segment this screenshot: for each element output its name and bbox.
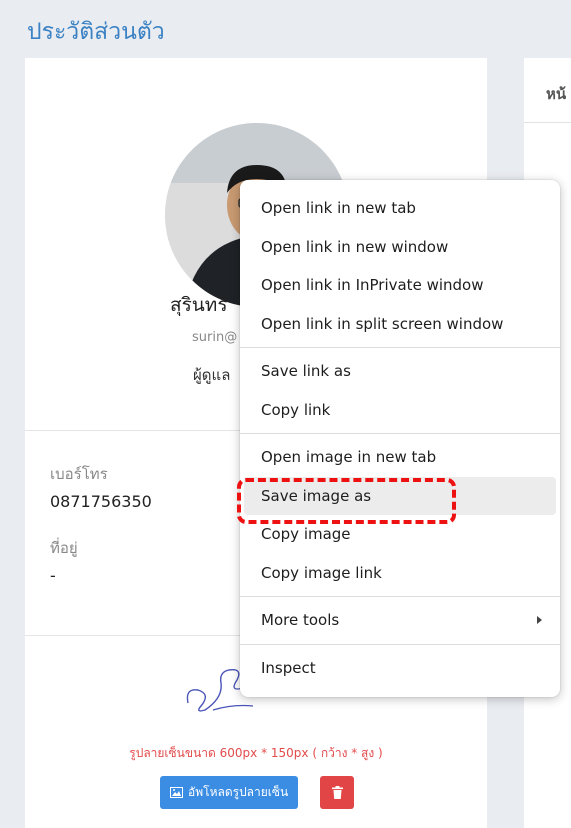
signature-size-note: รูปลายเซ็นขนาด 600px * 150px ( กว้าง * ส… <box>129 746 383 760</box>
menu-copy-image-link[interactable]: Copy image link <box>240 554 560 593</box>
menu-open-image-new-tab[interactable]: Open image in new tab <box>240 438 560 477</box>
trash-icon <box>331 786 343 799</box>
menu-more-tools[interactable]: More tools <box>240 601 560 640</box>
menu-copy-link[interactable]: Copy link <box>240 391 560 430</box>
user-email: surin@ <box>192 330 238 345</box>
phone-value: 0871756350 <box>50 492 152 511</box>
image-icon <box>170 787 183 798</box>
divider <box>524 122 571 123</box>
address-value: - <box>50 566 56 585</box>
menu-open-link-new-window[interactable]: Open link in new window <box>240 228 560 267</box>
menu-open-link-split-screen[interactable]: Open link in split screen window <box>240 305 560 344</box>
upload-signature-label: อัพโหลดรูปลายเซ็น <box>188 785 289 799</box>
menu-open-link-new-tab[interactable]: Open link in new tab <box>240 189 560 228</box>
menu-separator <box>240 643 560 645</box>
menu-separator <box>240 596 560 597</box>
menu-open-link-inprivate[interactable]: Open link in InPrivate window <box>240 266 560 305</box>
delete-signature-button[interactable] <box>320 776 354 809</box>
menu-save-link-as[interactable]: Save link as <box>240 352 560 391</box>
menu-separator <box>240 347 560 348</box>
user-role: ผู้ดูแล <box>193 366 231 384</box>
user-name: สุรินทร์ <box>170 294 228 316</box>
context-menu: Open link in new tab Open link in new wi… <box>240 180 560 697</box>
phone-label: เบอร์โทร <box>50 465 108 483</box>
highlight-annotation <box>237 478 456 524</box>
upload-signature-button[interactable]: อัพโหลดรูปลายเซ็น <box>160 776 299 809</box>
menu-more-tools-label: More tools <box>261 611 340 630</box>
page-title: ประวัติส่วนตัว <box>27 19 165 45</box>
chevron-right-icon <box>537 616 542 625</box>
menu-inspect[interactable]: Inspect <box>240 649 560 688</box>
menu-separator <box>240 433 560 434</box>
address-label: ที่อยู่ <box>50 539 78 557</box>
tab-right[interactable]: หน้ <box>546 82 566 106</box>
